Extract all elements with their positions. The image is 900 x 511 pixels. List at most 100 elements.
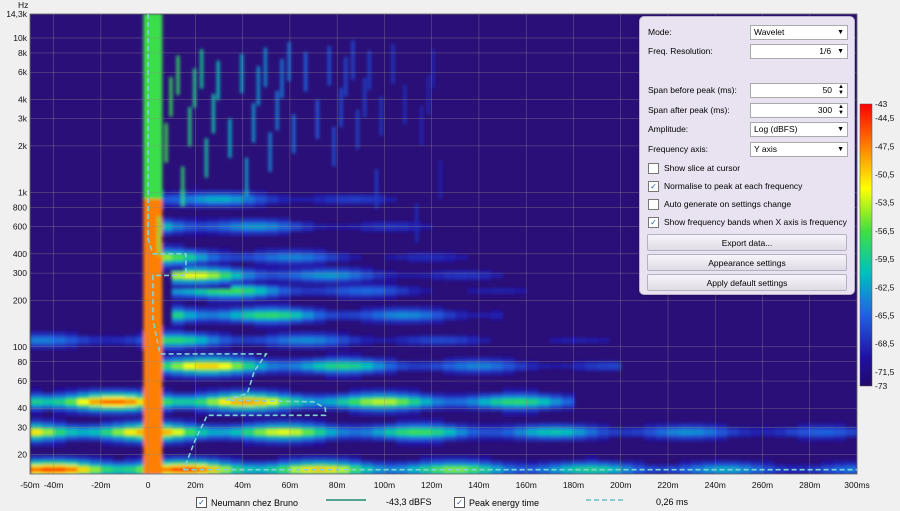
energy-band-cell	[360, 288, 374, 294]
direct-sound-cell	[143, 47, 163, 61]
energy-band-cell	[77, 429, 90, 435]
energy-band-cell	[337, 254, 350, 260]
hf-streak	[438, 160, 442, 200]
energy-band-cell	[833, 429, 846, 435]
energy-band-cell	[289, 429, 303, 435]
checkbox-checked-icon[interactable]: ✓	[648, 216, 659, 228]
energy-band-cell	[183, 337, 196, 343]
normalise-checkbox[interactable]: ✓ Normalise to peak at each frequency	[648, 179, 850, 193]
solid-line-icon	[326, 499, 366, 501]
energy-band-cell	[348, 254, 362, 260]
amplitude-row: Amplitude: Log (dBFS) ▼	[648, 121, 848, 137]
energy-band-cell	[219, 337, 232, 343]
energy-band-cell	[30, 399, 43, 405]
span-before-spinner[interactable]: 50 ▲ ▼	[750, 82, 848, 98]
checkbox-checked-icon[interactable]: ✓	[648, 180, 659, 192]
show-bands-checkbox[interactable]: ✓ Show frequency bands when X axis is fre…	[648, 215, 850, 229]
apply-defaults-button[interactable]: Apply default settings	[647, 274, 847, 291]
energy-band-cell	[278, 312, 291, 318]
energy-band-cell	[242, 363, 255, 369]
energy-band-cell	[207, 272, 220, 278]
energy-band-cell	[254, 272, 267, 278]
amplitude-dropdown[interactable]: Log (dBFS) ▼	[750, 121, 848, 137]
show-slice-checkbox[interactable]: Show slice at cursor	[648, 161, 850, 175]
energy-band-cell	[301, 254, 315, 260]
y-tick-label: 1k	[18, 187, 28, 197]
direct-sound-cell	[143, 381, 163, 395]
x-tick-label: 220m	[657, 480, 678, 490]
energy-band-cell	[337, 272, 350, 278]
hf-streak	[344, 56, 348, 97]
colorbar-label: -65,5	[875, 311, 895, 321]
direct-sound-cell	[143, 36, 163, 50]
direct-sound-cell	[143, 415, 163, 429]
energy-band-cell	[597, 337, 610, 343]
colorbar-label: -53,5	[875, 198, 895, 208]
show-bands-label: Show frequency bands when X axis is freq…	[664, 217, 847, 227]
spinner-arrows-icon[interactable]: ▲ ▼	[838, 104, 844, 116]
auto-generate-checkbox[interactable]: Auto generate on settings change	[648, 197, 850, 211]
mode-dropdown[interactable]: Wavelet ▼	[750, 24, 848, 40]
span-after-value: 300	[817, 105, 833, 115]
energy-band-cell	[384, 254, 397, 260]
energy-band-cell	[313, 337, 326, 343]
energy-band-cell	[195, 312, 208, 318]
chevron-down-icon: ▼	[837, 47, 844, 55]
x-tick-label: 240m	[705, 480, 726, 490]
span-after-spinner[interactable]: 300 ▲ ▼	[750, 102, 848, 118]
x-tick-label: 120m	[421, 480, 442, 490]
energy-band-cell	[431, 399, 444, 405]
peak-name: Peak energy time	[469, 497, 540, 508]
energy-band-cell	[419, 337, 433, 343]
x-tick-label: 100m	[374, 480, 395, 490]
energy-band-cell	[597, 363, 610, 369]
energy-band-cell	[585, 429, 598, 435]
energy-band-cell	[667, 429, 681, 435]
checkbox-unchecked-icon[interactable]	[648, 198, 659, 210]
export-data-button[interactable]: Export data...	[647, 234, 847, 251]
energy-band-cell	[455, 272, 468, 278]
energy-band-cell	[348, 429, 362, 435]
freq-axis-dropdown[interactable]: Y axis ▼	[750, 141, 848, 157]
peak-legend[interactable]: ✓ Peak energy time	[454, 497, 539, 508]
checkbox-checked-icon[interactable]: ✓	[196, 497, 207, 508]
checkbox-checked-icon[interactable]: ✓	[454, 497, 465, 508]
energy-band-cell	[443, 337, 456, 343]
energy-band-cell	[585, 337, 598, 343]
energy-band-cell	[431, 363, 444, 369]
hf-streak	[379, 96, 383, 136]
energy-band-cell	[573, 363, 586, 369]
direct-sound-cell	[143, 358, 163, 372]
energy-band-cell	[384, 429, 397, 435]
energy-band-cell	[89, 467, 102, 473]
measurement-value: -43,3 dBFS	[386, 497, 432, 507]
energy-band-cell	[478, 399, 492, 405]
freq-res-dropdown[interactable]: 1/6 ▼	[750, 43, 848, 59]
direct-sound-cell	[143, 174, 163, 188]
x-tick-label: 160m	[516, 480, 537, 490]
energy-band-cell	[313, 272, 326, 278]
show-slice-label: Show slice at cursor	[664, 163, 741, 173]
energy-band-cell	[195, 196, 208, 202]
energy-band-cell	[384, 272, 397, 278]
energy-band-cell	[561, 399, 574, 405]
appearance-settings-button[interactable]: Appearance settings	[647, 254, 847, 271]
hf-streak	[169, 77, 173, 117]
spinner-arrows-icon[interactable]: ▲ ▼	[838, 84, 844, 96]
energy-band-cell	[207, 399, 220, 405]
measurement-legend[interactable]: ✓ Neumann chez Bruno	[196, 497, 298, 508]
energy-band-cell	[230, 312, 244, 318]
direct-sound-cell	[143, 139, 163, 153]
hf-streak	[374, 169, 378, 209]
energy-band-cell	[266, 288, 279, 294]
energy-band-cell	[396, 363, 409, 369]
checkbox-unchecked-icon[interactable]	[648, 162, 659, 174]
energy-band-cell	[408, 429, 421, 435]
x-tick-label: -50m	[20, 480, 39, 490]
energy-band-cell	[230, 337, 244, 343]
energy-band-cell	[289, 312, 303, 318]
energy-band-cell	[608, 363, 622, 369]
y-tick-label: 100	[13, 342, 27, 352]
y-tick-label: 600	[13, 222, 27, 232]
energy-band-cell	[89, 337, 102, 343]
